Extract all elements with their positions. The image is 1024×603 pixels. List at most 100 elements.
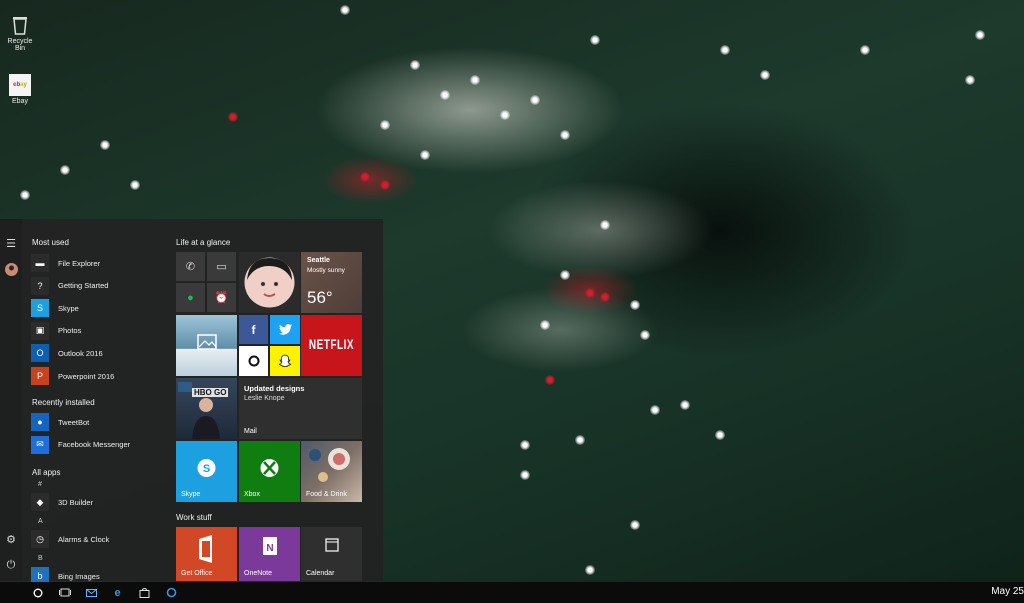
weather-city: Seattle bbox=[307, 257, 330, 264]
app-label: Bing Images bbox=[58, 571, 100, 581]
app-list-item[interactable]: P Powerpoint 2016 bbox=[31, 366, 114, 386]
search-cortana-icon[interactable] bbox=[30, 585, 45, 600]
alphabet-header[interactable]: B bbox=[38, 555, 43, 562]
app-label: TweetBot bbox=[58, 417, 90, 427]
mail-sender: Leslie Knope bbox=[244, 395, 285, 402]
app-label: 3D Builder bbox=[58, 497, 94, 507]
mail-icon[interactable] bbox=[84, 585, 99, 600]
app-list-item[interactable]: ▣ Photos bbox=[31, 321, 81, 341]
hamburger-menu-icon[interactable]: ☰ bbox=[3, 235, 19, 251]
app-list-item[interactable]: ▬ File Explorer bbox=[31, 253, 100, 273]
get-office-tile-label: Get Office bbox=[181, 570, 213, 577]
alarm-clock-icon: ⏰ bbox=[214, 292, 229, 304]
edge-browser-icon[interactable]: e bbox=[110, 585, 125, 600]
tile-phone[interactable]: ✆ bbox=[176, 252, 205, 281]
tile-calendar[interactable]: Calendar bbox=[301, 527, 362, 581]
tile-mail[interactable]: Updated designs Leslie Knope Mail bbox=[239, 378, 362, 439]
user-avatar[interactable] bbox=[3, 261, 19, 277]
store-icon[interactable] bbox=[137, 585, 152, 600]
tile-snapchat[interactable] bbox=[270, 346, 300, 376]
tile-spotify[interactable]: ● bbox=[176, 283, 205, 312]
weather-temperature: 56° bbox=[307, 288, 333, 307]
app-list-item[interactable]: O Outlook 2016 bbox=[31, 343, 103, 363]
tile-facebook[interactable]: f bbox=[239, 315, 268, 344]
app-list-item[interactable]: ◆ 3D Builder bbox=[31, 492, 93, 512]
mail-label: Mail bbox=[244, 428, 257, 435]
chat-bubble-icon: ▭ bbox=[216, 261, 227, 273]
all-apps-title: All apps bbox=[32, 468, 61, 477]
tile-group-title: Work stuff bbox=[176, 513, 212, 522]
alphabet-header[interactable]: A bbox=[38, 518, 43, 525]
power-icon[interactable]: ⏻ bbox=[3, 557, 19, 573]
app-list-item[interactable]: S Skype bbox=[31, 298, 79, 318]
calendar-tile-label: Calendar bbox=[306, 570, 335, 577]
app-list-item[interactable]: ◷ Alarms & Clock bbox=[31, 529, 109, 549]
weather-condition: Mostly sunny bbox=[307, 267, 345, 274]
svg-text:S: S bbox=[203, 463, 210, 475]
app-label: Skype bbox=[58, 303, 79, 313]
hbo-go-logo: HBO GO bbox=[192, 388, 229, 397]
outlook-icon: O bbox=[31, 344, 49, 363]
photos-icon bbox=[197, 334, 217, 350]
app-list-item[interactable]: ✉ Facebook Messenger bbox=[31, 435, 130, 455]
tile-people[interactable] bbox=[239, 252, 300, 313]
app-list-item[interactable]: ● TweetBot bbox=[31, 412, 89, 432]
tile-weather[interactable]: Seattle Mostly sunny 56° bbox=[301, 252, 362, 313]
app-label: Powerpoint 2016 bbox=[58, 371, 115, 381]
messenger-icon: ✉ bbox=[31, 435, 49, 454]
tile-photos[interactable] bbox=[176, 315, 237, 376]
taskbar-clock[interactable]: May 25 bbox=[991, 586, 1024, 597]
contact-photo-icon bbox=[244, 257, 295, 308]
twitter-icon bbox=[278, 324, 292, 335]
start-rail: ☰ ⚙ ⏻ bbox=[0, 219, 22, 581]
app-label: Getting Started bbox=[58, 281, 109, 291]
tile-get-office[interactable]: Get Office bbox=[176, 527, 237, 581]
phone-icon: ✆ bbox=[185, 261, 196, 273]
settings-gear-icon[interactable]: ⚙ bbox=[3, 531, 19, 547]
help-icon: ? bbox=[31, 276, 49, 295]
photos-icon: ▣ bbox=[31, 321, 49, 340]
tile-onenote[interactable]: N OneNote bbox=[239, 527, 300, 581]
desktop-icon-label: Ebay bbox=[12, 98, 28, 105]
spotify-icon: ● bbox=[187, 291, 194, 304]
tile-xbox[interactable]: Xbox bbox=[239, 441, 300, 502]
tile-food-drink[interactable]: Food & Drink bbox=[301, 441, 362, 502]
tile-netflix[interactable]: NETFLIX bbox=[301, 315, 362, 376]
cortana-icon[interactable] bbox=[164, 585, 179, 600]
desktop-icon-ebay[interactable]: ebay Ebay bbox=[6, 74, 34, 105]
desktop-icon-label: Recycle Bin bbox=[7, 38, 33, 52]
snapchat-ghost-icon bbox=[278, 354, 292, 368]
tile-skype[interactable]: S Skype bbox=[176, 441, 237, 502]
app-label: File Explorer bbox=[58, 258, 101, 268]
tile-twitter[interactable] bbox=[270, 315, 300, 344]
desktop-icon-recycle-bin[interactable]: Recycle Bin bbox=[6, 14, 34, 52]
alphabet-header[interactable]: # bbox=[38, 481, 42, 488]
food-drink-tile-label: Food & Drink bbox=[306, 491, 347, 498]
task-view-icon[interactable] bbox=[57, 585, 72, 600]
folder-icon: ▬ bbox=[31, 254, 49, 272]
app-label: Outlook 2016 bbox=[58, 348, 103, 358]
ebay-icon: ebay bbox=[9, 74, 31, 96]
facebook-icon: f bbox=[251, 322, 256, 337]
recently-installed-title: Recently installed bbox=[32, 398, 95, 407]
powerpoint-icon: P bbox=[31, 367, 49, 385]
netflix-logo: NETFLIX bbox=[308, 337, 355, 354]
ring-icon bbox=[248, 355, 259, 367]
alarm-clock-icon: ◷ bbox=[31, 530, 49, 548]
tile-alarms[interactable]: ⏰ bbox=[207, 283, 236, 312]
tweetbot-icon: ● bbox=[31, 413, 49, 431]
3d-builder-icon: ◆ bbox=[31, 493, 49, 511]
tile-hbo-go[interactable]: HBO GO bbox=[176, 378, 237, 439]
svg-text:N: N bbox=[266, 543, 273, 554]
tile-messaging[interactable]: ▭ bbox=[207, 252, 236, 281]
skype-tile-label: Skype bbox=[181, 491, 201, 498]
app-label: Alarms & Clock bbox=[58, 534, 110, 544]
tile-groove[interactable] bbox=[239, 346, 268, 376]
app-list-item[interactable]: ? Getting Started bbox=[31, 276, 108, 296]
app-label: Photos bbox=[58, 326, 82, 336]
skype-icon: S bbox=[31, 299, 49, 318]
tile-group-title: Life at a glance bbox=[176, 238, 231, 247]
taskbar: e May 25 bbox=[0, 582, 1024, 603]
mail-subject: Updated designs bbox=[244, 384, 305, 393]
recycle-bin-icon bbox=[9, 14, 31, 36]
